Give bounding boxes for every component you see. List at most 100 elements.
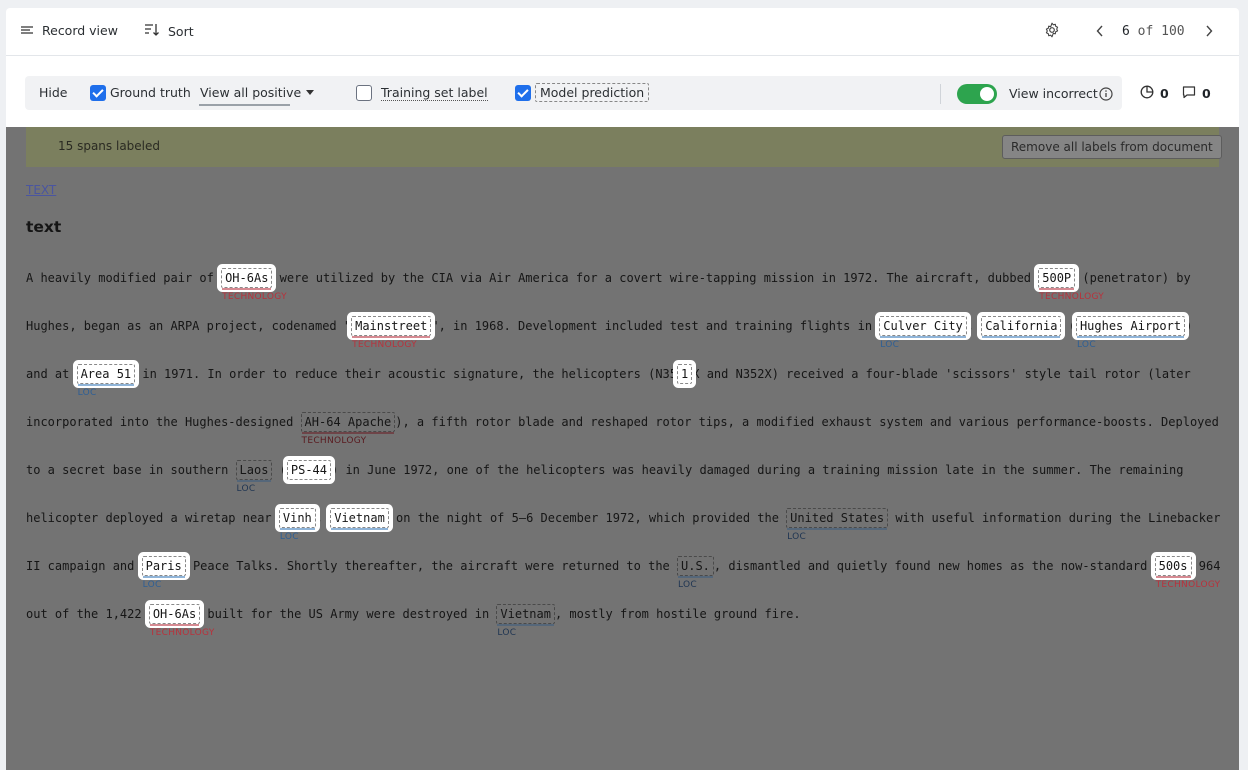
label-bar (678, 576, 713, 578)
hide-button[interactable]: Hide (39, 85, 68, 100)
comment-icon (1182, 85, 1196, 102)
span-text: Culver City (883, 319, 963, 333)
label-bar (982, 336, 1061, 338)
span-text: 500P (1042, 271, 1072, 285)
doc-line: Hughes, began as an ARPA project, codena… (26, 302, 1226, 350)
label-tag: LOC (497, 628, 517, 638)
stat-pie: 0 (1140, 85, 1169, 102)
model-prediction-checkbox[interactable] (515, 85, 531, 101)
label-tag: LOC (678, 580, 697, 590)
label-bar (352, 336, 431, 338)
field-heading: text (26, 218, 62, 236)
model-prediction-label: Model prediction (535, 83, 650, 102)
caret-down-icon[interactable] (306, 90, 314, 95)
span-text: AH-64 Apache (304, 415, 392, 429)
span-text: Paris (145, 559, 182, 573)
label-tag: TECHNOLOGY (352, 340, 417, 350)
entity-span[interactable]: Area 51 LOC (76, 364, 136, 398)
entity-span[interactable]: 500s TECHNOLOGY (1154, 556, 1220, 590)
info-icon[interactable] (1099, 86, 1113, 105)
entity-span[interactable]: California (981, 316, 1062, 338)
sort-label: Sort (168, 24, 194, 39)
select-underline (199, 104, 290, 106)
divider (940, 84, 941, 104)
text-run: out of the 1,422 (26, 607, 149, 621)
label-tag: TECHNOLOGY (1155, 580, 1221, 590)
label-tag: TECHNOLOGY (149, 628, 215, 638)
label-bar (1039, 288, 1075, 290)
entity-span[interactable]: PS-44 (286, 460, 331, 480)
text-run: , (966, 319, 982, 333)
text-run: incorporated into the Hughes-designed (26, 415, 301, 429)
ground-truth-checkbox[interactable] (90, 85, 106, 101)
span-text: United States (790, 511, 885, 525)
main-panel: Record view Sort 6 of 100 Hide Ground tr… (6, 8, 1239, 770)
sort-button[interactable]: Sort (144, 23, 194, 40)
record-view-button[interactable]: Record view (20, 23, 118, 38)
text-run: ), a fifth rotor blade and reshaped roto… (395, 415, 1219, 429)
doc-line: incorporated into the Hughes-designed AH… (26, 398, 1226, 446)
pie-chart-icon (1140, 85, 1154, 102)
entity-span[interactable]: 500P TECHNOLOGY (1038, 268, 1104, 302)
entity-span[interactable]: Paris LOC (141, 556, 186, 590)
text-run: on the night of 5–6 December 1972, which… (388, 511, 787, 525)
text-run: were utilized by the CIA via Air America… (272, 271, 1039, 285)
span-text: Vietnam (334, 511, 385, 525)
chevron-left-icon[interactable] (1092, 22, 1108, 40)
label-tag: TECHNOLOGY (1039, 292, 1105, 302)
label-tag: TECHNOLOGY (222, 292, 287, 302)
text-run: X and N352X) received a four-blade 'scis… (692, 367, 1191, 381)
chevron-right-icon[interactable] (1201, 22, 1217, 40)
text-run: , dismantled and quietly found new homes… (713, 559, 1155, 573)
text-run: ( (1061, 319, 1076, 333)
span-text: Area 51 (80, 367, 132, 381)
entity-span[interactable]: OH-6As TECHNOLOGY (148, 604, 214, 638)
sort-icon (144, 23, 160, 40)
label-bar (149, 624, 200, 626)
entity-span[interactable]: 1 (677, 364, 693, 384)
entity-span[interactable]: Vietnam LOC (496, 604, 555, 638)
label-bar (1076, 336, 1185, 338)
label-tag: TECHNOLOGY (301, 436, 367, 446)
record-view-label: Record view (42, 23, 118, 38)
entity-span[interactable]: Hughes Airport LOC (1075, 316, 1186, 350)
span-text: Laos (239, 463, 269, 477)
span-text: PS-44 (290, 463, 327, 477)
entity-span[interactable]: Vietnam (330, 508, 389, 530)
text-run: .964 (1191, 559, 1221, 573)
view-all-positive-select[interactable]: View all positive (200, 85, 301, 100)
entity-span[interactable]: OH-6As TECHNOLOGY (221, 268, 287, 302)
entity-span[interactable]: Culver City LOC (879, 316, 967, 350)
training-set-label-checkbox[interactable] (356, 85, 372, 101)
entity-span[interactable]: U.S. LOC (677, 556, 714, 590)
span-text: U.S. (681, 559, 710, 573)
text-run: helicopter deployed a wiretap near (26, 511, 279, 525)
document-text: A heavily modified pair of OH-6As TECHNOL… (26, 254, 1226, 638)
span-text: OH-6As (152, 607, 197, 621)
span-text: Mainstreet (355, 319, 428, 333)
field-link[interactable]: TEXT (26, 183, 56, 197)
entity-span[interactable]: AH-64 Apache TECHNOLOGY (300, 412, 396, 446)
label-bar (787, 528, 888, 530)
text-run: with useful information during the Lineb… (888, 511, 1221, 525)
span-text: 1 (681, 367, 689, 381)
remove-all-labels-button[interactable]: Remove all labels from document (1002, 135, 1222, 159)
training-set-label: Training set label (381, 85, 488, 101)
label-tag: LOC (142, 580, 162, 590)
entity-span[interactable]: United States LOC (786, 508, 889, 542)
text-run: ( (272, 463, 287, 477)
entity-span[interactable]: Laos LOC (235, 460, 273, 494)
entity-span[interactable]: Mainstreet TECHNOLOGY (351, 316, 432, 350)
doc-line: out of the 1,422 OH-6As TECHNOLOGY built … (26, 590, 1226, 638)
entity-span[interactable]: Vinh LOC (278, 508, 316, 542)
page-current: 6 (1122, 23, 1130, 39)
text-run: to a secret base in southern (26, 463, 236, 477)
text-run: ) (1185, 319, 1193, 333)
label-bar (236, 480, 272, 482)
text-run: in 1971. In order to reduce their acoust… (135, 367, 678, 381)
settings-gear-icon[interactable] (1044, 22, 1060, 42)
pie-count: 0 (1160, 86, 1169, 101)
comment-count: 0 (1202, 86, 1211, 101)
view-incorrect-toggle[interactable] (957, 84, 997, 104)
view-incorrect-label: View incorrect (1009, 86, 1098, 101)
